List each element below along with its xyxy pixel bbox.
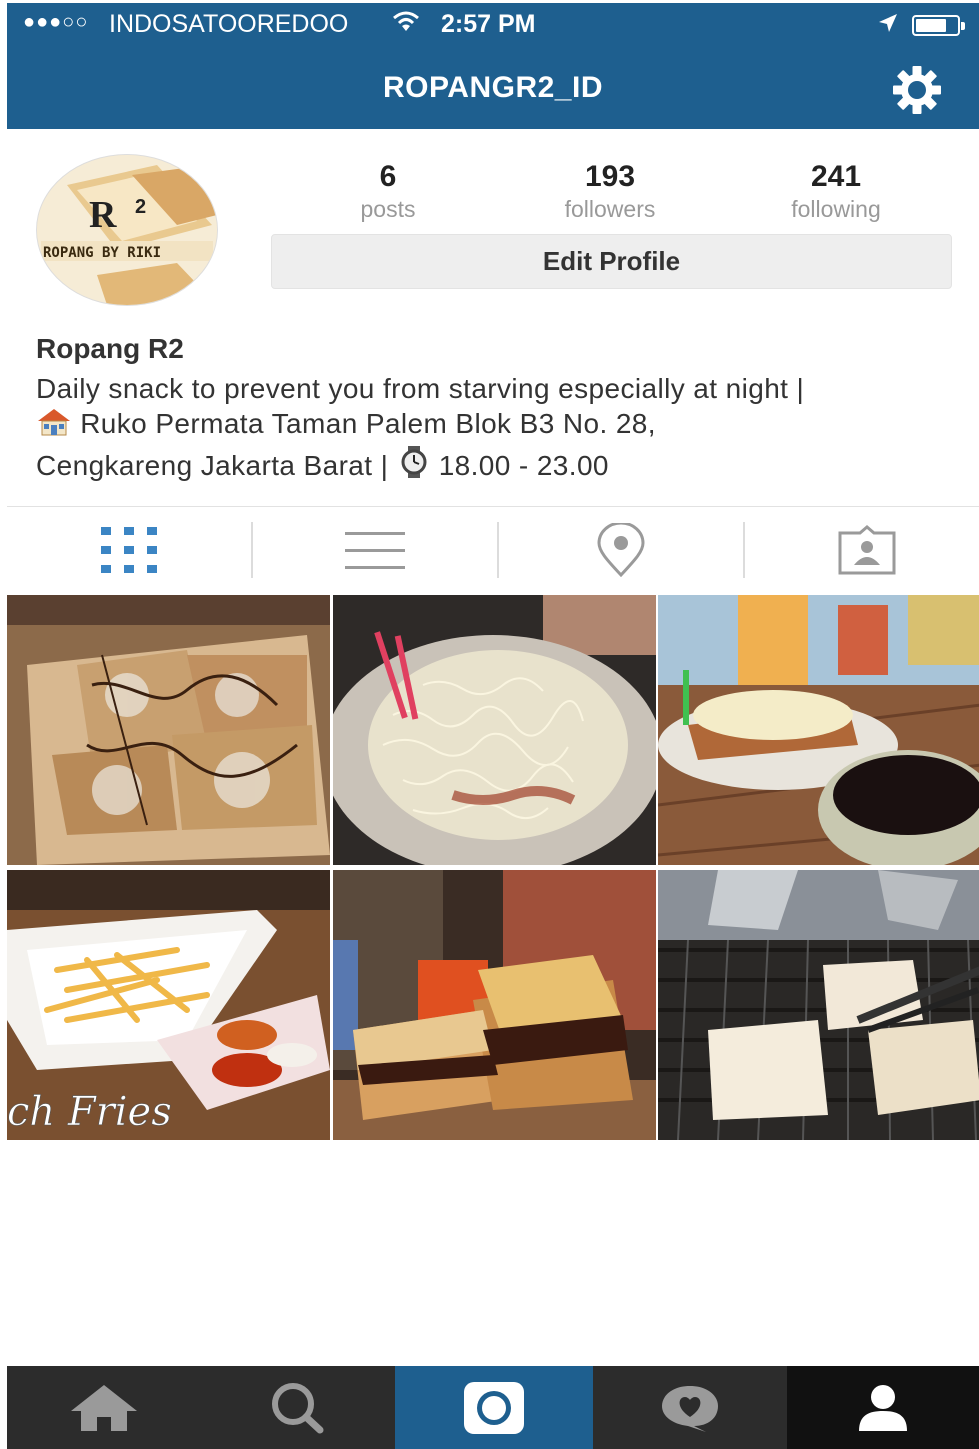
photo-item-6[interactable] [658,870,979,1140]
tab-grid-view[interactable] [7,520,250,580]
status-time: 2:57 PM [441,10,536,38]
photo-item-1[interactable] [7,595,330,865]
photo-item-3[interactable] [658,595,979,865]
photo-item-5[interactable] [333,870,656,1140]
bio-line-1: Daily snack to prevent you from starving… [36,373,805,404]
tab-tagged[interactable] [745,520,979,580]
location-arrow-icon [877,12,899,41]
status-bar: ●●●○○ INDOSATOOREDOO 2:57 PM [7,3,979,47]
bottom-navigation [7,1366,979,1449]
app-header: ●●●○○ INDOSATOOREDOO 2:57 PM ROPANGR2_ID [7,3,979,129]
nav-search[interactable] [201,1366,395,1449]
photo-item-2[interactable] [333,595,656,865]
profile-username: ROPANGR2_ID [383,71,603,104]
followers-count: 193 [584,160,636,193]
profile-icon [859,1384,907,1431]
home-icon [71,1384,137,1431]
photo-item-4[interactable]: ch Fries [7,870,330,1140]
signal-strength: ●●●○○ [23,11,89,33]
followers-label: followers [564,196,656,222]
grid-view-icon [100,527,157,573]
avatar-brand-text: ROPANG BY RIKI [43,245,161,261]
profile-display-name: Ropang R2 [36,333,184,364]
activity-icon [662,1385,718,1432]
bio-line-2: Ruko Permata Taman Palem Blok B3 No. 28, [80,408,656,439]
carrier-name: INDOSATOOREDOO [109,10,349,38]
following-count: 241 [810,160,862,193]
bio-line-3-hours: 18.00 - 23.00 [438,450,609,481]
profile-bio: Daily snack to prevent you from starving… [36,371,956,487]
svg-text:R: R [89,194,117,236]
photo-grid: ch Fries [7,595,979,1140]
edit-profile-button[interactable]: Edit Profile [271,234,952,289]
stat-following[interactable]: 241 following [736,160,936,223]
posts-count: 6 [379,160,397,193]
search-icon [272,1382,324,1433]
camera-icon [464,1381,524,1434]
nav-activity[interactable] [593,1366,787,1449]
posts-label: posts [360,196,416,222]
house-icon [36,407,72,445]
nav-home[interactable] [7,1366,201,1449]
bio-line-3-address: Cengkareng Jakarta Barat | [36,450,389,481]
nav-profile[interactable] [787,1366,979,1449]
avatar[interactable]: R 2 ROPANG BY RIKI [36,154,218,306]
following-label: following [791,196,881,222]
stat-posts[interactable]: 6 posts [288,160,488,223]
section-divider [7,506,979,507]
nav-camera[interactable] [395,1366,593,1449]
location-pin-icon [596,523,645,577]
photo-caption: ch Fries [7,1089,172,1135]
watch-icon [397,445,431,487]
frame-edge [0,0,7,1449]
stat-followers[interactable]: 193 followers [510,160,710,223]
wifi-icon [391,9,421,40]
list-view-icon [344,532,405,569]
tagged-photos-icon [838,525,895,575]
gear-icon[interactable] [891,64,943,116]
tab-location[interactable] [499,520,742,580]
battery-icon [912,15,965,36]
svg-text:2: 2 [135,196,146,218]
tab-list-view[interactable] [253,520,496,580]
